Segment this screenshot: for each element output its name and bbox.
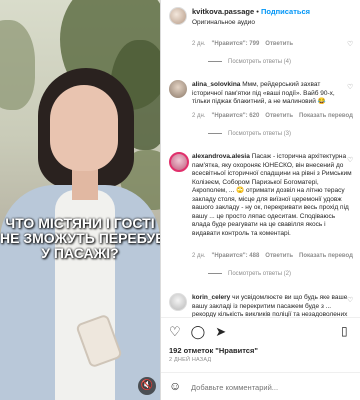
post-actions: ♡ ◯ ➤ (169, 324, 236, 340)
avatar[interactable] (169, 80, 187, 98)
reel-video[interactable]: ЧТО МІСТЯНИ І ГОСТІ НЕ ЗМОЖУТЬ ПЕРЕБУВАТ… (0, 0, 160, 400)
bookmark-icon[interactable]: ▯ (341, 324, 348, 338)
smiley-icon[interactable]: ☺ (169, 379, 181, 393)
comment-meta: 2 дн. "Нравится": 488 Ответить Показать пер… (192, 253, 353, 259)
translate-button[interactable]: Показать перевод (299, 253, 353, 259)
view-replies-button[interactable]: Посмотреть ответы (3) (208, 131, 291, 137)
comment-username[interactable]: alexandrova.alesia (192, 153, 250, 160)
comment-username[interactable]: alina_solovkina (192, 81, 240, 88)
comment-body: korin_celery чи усвідомлюєте ви що будь … (192, 294, 352, 317)
translate-button[interactable]: Показать перевод (299, 113, 353, 119)
separator-dot: • (256, 7, 259, 16)
add-comment-input[interactable] (191, 383, 351, 392)
avatar[interactable] (169, 7, 187, 25)
video-caption: ЧТО МІСТЯНИ І ГОСТІ НЕ ЗМОЖУТЬ ПЕРЕБУВАТ… (0, 216, 160, 261)
divider (161, 317, 360, 318)
comment-body: alina_solovkina Ммм, рейдерський захват … (192, 81, 352, 107)
avatar[interactable] (169, 152, 189, 172)
video-caption-line: У ПАСАЖІ? (41, 245, 119, 261)
speaker-woman (0, 0, 160, 400)
post-author-username[interactable]: kvitkova.passage (192, 7, 254, 16)
comments-panel: kvitkova.passage • Подписаться Оригиналь… (160, 0, 360, 400)
view-replies-button[interactable]: Посмотреть ответы (4) (208, 59, 291, 65)
comment-like-count[interactable]: "Нравится": 620 (212, 113, 260, 119)
reply-button[interactable]: Ответить (265, 41, 293, 47)
speaker-muted-icon[interactable]: 🔇 (138, 377, 156, 395)
comment-meta: 2 дн. "Нравится": 799 Ответить (192, 41, 293, 47)
avatar[interactable] (169, 293, 187, 311)
view-replies-button[interactable]: Посмотреть ответы (2) (208, 271, 291, 277)
heart-icon[interactable]: ♡ (347, 83, 353, 91)
comment-meta: 2 дн. "Нравится": 620 Ответить Показать пер… (192, 113, 353, 119)
video-caption-line: НЕ ЗМОЖУТЬ ПЕРЕБУВАТИ (0, 230, 160, 246)
heart-icon[interactable]: ♡ (347, 156, 353, 164)
original-audio-link[interactable]: Оригинальное аудио (192, 19, 255, 26)
comment-body: alexandrova.alesia Пасаж - історична арх… (192, 153, 352, 238)
post-timestamp[interactable]: 2 ДНЕЙ НАЗАД (169, 357, 211, 363)
heart-icon[interactable]: ♡ (169, 324, 181, 340)
comment-age: 2 дн. (192, 41, 206, 47)
follow-button[interactable]: Подписаться (261, 7, 310, 16)
divider (161, 372, 360, 373)
comment-text: Пасаж - історична архітектурна пам'ятка,… (192, 153, 352, 237)
comment-like-count[interactable]: "Нравится": 799 (212, 41, 260, 47)
post-header: kvitkova.passage • Подписаться Оригиналь… (161, 0, 360, 34)
heart-icon[interactable]: ♡ (347, 40, 353, 48)
comment-age: 2 дн. (192, 253, 206, 259)
reply-button[interactable]: Ответить (265, 113, 293, 119)
like-count[interactable]: 192 отметок "Нравится" (169, 346, 258, 355)
heart-icon[interactable]: ♡ (347, 296, 353, 304)
comment-like-count[interactable]: "Нравится": 488 (212, 253, 260, 259)
reply-button[interactable]: Ответить (265, 253, 293, 259)
video-caption-line: ЧТО МІСТЯНИ І ГОСТІ (5, 215, 155, 231)
share-icon[interactable]: ➤ (215, 324, 226, 340)
comment-age: 2 дн. (192, 113, 206, 119)
comment-icon[interactable]: ◯ (191, 324, 206, 340)
comment-username[interactable]: korin_celery (192, 294, 230, 301)
